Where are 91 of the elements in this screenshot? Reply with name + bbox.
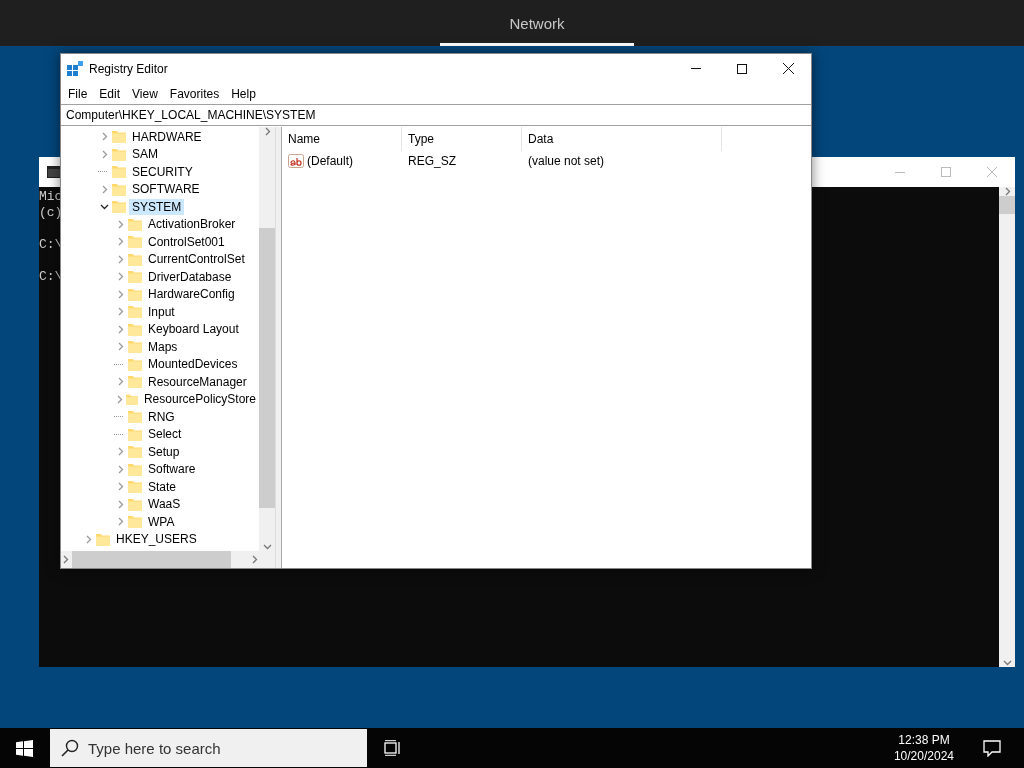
folder-icon bbox=[128, 427, 142, 441]
folder-icon bbox=[128, 410, 142, 424]
folder-icon bbox=[126, 392, 138, 406]
folder-icon bbox=[128, 305, 142, 319]
menu-item[interactable]: Help bbox=[225, 83, 262, 104]
folder-icon bbox=[128, 497, 142, 511]
tree-item[interactable]: ResourcePolicyStore bbox=[140, 391, 259, 408]
tree-item[interactable]: SECURITY bbox=[129, 163, 196, 180]
close-icon bbox=[782, 63, 794, 74]
folder-icon bbox=[128, 217, 142, 231]
string-value-icon bbox=[288, 154, 304, 168]
tree-item[interactable]: State bbox=[145, 478, 180, 495]
tree-item[interactable]: ResourceManager bbox=[145, 373, 250, 390]
folder-icon bbox=[112, 147, 126, 161]
scrollbar[interactable] bbox=[259, 127, 275, 551]
tree-item[interactable]: ActivationBroker bbox=[145, 216, 239, 233]
column-header[interactable]: Type bbox=[402, 127, 522, 151]
table-cell: REG_SZ bbox=[408, 154, 456, 168]
tree-item[interactable]: Maps bbox=[145, 338, 181, 355]
search-icon bbox=[61, 739, 79, 757]
tree-item[interactable]: MountedDevices bbox=[145, 356, 241, 373]
tree-item[interactable]: Input bbox=[145, 303, 178, 320]
folder-icon bbox=[128, 287, 142, 301]
tree-item[interactable]: HKEY_USERS bbox=[113, 531, 200, 548]
scrollbar[interactable] bbox=[61, 551, 275, 568]
folder-icon bbox=[128, 235, 142, 249]
folder-icon bbox=[112, 130, 126, 144]
tree-item[interactable]: Software bbox=[145, 461, 199, 478]
chevron-right-icon bbox=[61, 555, 70, 564]
tree-item[interactable]: SOFTWARE bbox=[129, 181, 203, 198]
chevron-right-icon bbox=[250, 555, 259, 564]
network-tab[interactable]: Network bbox=[440, 0, 634, 46]
registry-icon bbox=[67, 60, 83, 77]
chevron-down-icon bbox=[1002, 658, 1012, 667]
tree-item[interactable]: HARDWARE bbox=[129, 128, 205, 145]
scrollbar-thumb[interactable] bbox=[259, 228, 275, 508]
tree-item[interactable]: Keyboard Layout bbox=[145, 321, 242, 338]
console-line: Mic bbox=[39, 189, 63, 205]
column-header[interactable]: Name bbox=[282, 127, 402, 151]
date-text: 10/20/2024 bbox=[893, 748, 954, 764]
time-text: 12:38 PM bbox=[898, 732, 950, 748]
folder-icon bbox=[112, 165, 126, 179]
close-icon bbox=[987, 167, 997, 177]
windows-icon bbox=[15, 739, 33, 757]
tree-item[interactable]: RNG bbox=[145, 408, 178, 425]
folder-icon bbox=[128, 340, 142, 354]
chevron-down-icon bbox=[99, 202, 109, 212]
column-header[interactable]: Data bbox=[522, 127, 722, 151]
tree-item[interactable]: ControlSet001 bbox=[145, 233, 228, 250]
tree-item[interactable]: WPA bbox=[145, 513, 178, 530]
table-cell: (value not set) bbox=[528, 154, 605, 168]
tree-item[interactable]: SYSTEM bbox=[129, 198, 185, 215]
folder-icon bbox=[112, 200, 126, 214]
tree-item[interactable]: WaaS bbox=[145, 496, 184, 513]
folder-icon bbox=[128, 515, 142, 529]
folder-icon bbox=[128, 462, 142, 476]
tree-item[interactable]: Setup bbox=[145, 443, 183, 460]
tree-item[interactable]: DriverDatabase bbox=[145, 268, 235, 285]
speech-bubble-icon bbox=[983, 739, 1001, 757]
task-view-icon bbox=[384, 740, 402, 756]
maximize-icon bbox=[941, 167, 951, 177]
search-field[interactable]: Type here to search bbox=[50, 729, 367, 767]
minimize-icon bbox=[895, 171, 905, 173]
tree-item[interactable]: CurrentControlSet bbox=[145, 251, 248, 268]
folder-icon bbox=[128, 375, 142, 389]
console-line: (c) bbox=[39, 205, 63, 221]
menu-item[interactable]: Favorites bbox=[163, 83, 226, 104]
window-title: Registry Editor bbox=[89, 61, 168, 76]
scrollbar[interactable] bbox=[999, 187, 1015, 667]
folder-icon bbox=[112, 182, 126, 196]
folder-icon bbox=[128, 252, 142, 266]
tree-item[interactable]: HardwareConfig bbox=[145, 286, 238, 303]
address-field[interactable]: Computer\HKEY_LOCAL_MACHINE\SYSTEM bbox=[61, 104, 811, 126]
folder-icon bbox=[96, 532, 110, 546]
folder-icon bbox=[128, 322, 142, 336]
table-cell: (Default) bbox=[307, 154, 353, 168]
menu-item[interactable]: File bbox=[62, 83, 94, 104]
maximize-icon bbox=[737, 63, 747, 74]
minimize-icon bbox=[691, 68, 701, 69]
clock[interactable]: 12:38 PM 10/20/2024 bbox=[893, 732, 954, 764]
folder-icon bbox=[128, 270, 142, 284]
chevron-down-icon bbox=[262, 542, 272, 551]
menu-item[interactable]: Edit bbox=[93, 83, 127, 104]
scrollbar-thumb[interactable] bbox=[72, 551, 231, 568]
folder-icon bbox=[128, 357, 142, 371]
folder-icon bbox=[128, 445, 142, 459]
folder-icon bbox=[128, 480, 142, 494]
tree-item[interactable]: Select bbox=[145, 426, 185, 443]
tree-item[interactable]: SAM bbox=[129, 146, 161, 163]
menu-item[interactable]: View bbox=[126, 83, 164, 104]
scrollbar-thumb[interactable] bbox=[999, 196, 1015, 214]
